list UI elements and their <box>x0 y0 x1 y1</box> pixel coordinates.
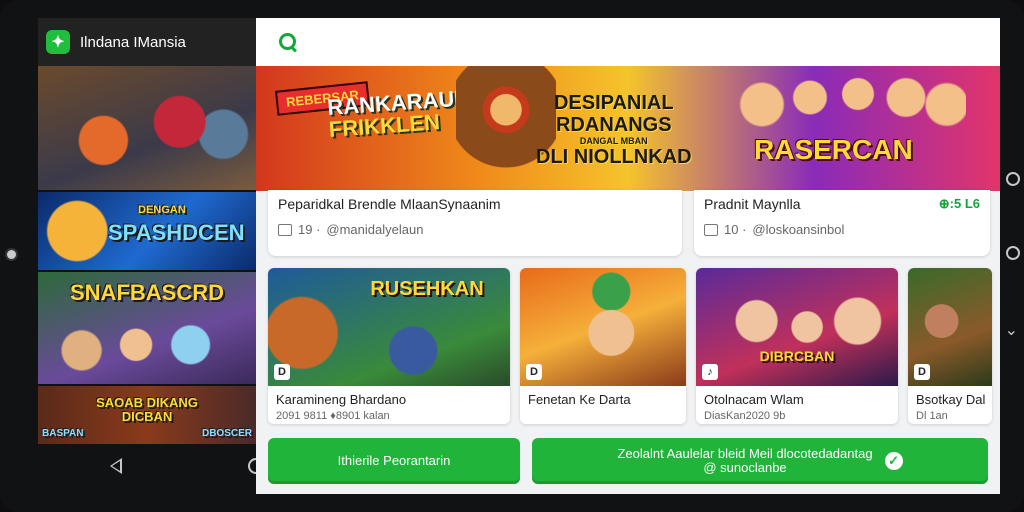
game-tile[interactable]: DIBRCBAN ♪ Otolnacam Wlam DiasKan2020 9b <box>696 268 898 424</box>
search-icon[interactable] <box>278 32 298 52</box>
banner-title-line: DESIPANIAL <box>553 92 674 114</box>
game-name: Fenetan Ke Darta <box>528 392 631 407</box>
comment-count: 19 · <box>298 222 321 237</box>
game-subtitle: Dl 1an <box>916 410 948 422</box>
side-circle-button[interactable] <box>1006 246 1020 260</box>
sidebar-thumb[interactable]: DENGAN SPASHDCEN <box>38 192 256 272</box>
banner-title-center: DESIPANIAL RDANANGS DANGAL MBAN DLI NIOL… <box>536 92 692 168</box>
comment-icon <box>278 223 292 236</box>
chevron-icon[interactable]: ⌄ <box>1005 320 1018 340</box>
post-meta: 19 · @manidalyelaun <box>278 222 423 237</box>
thumb-corner-label: DBOSCER <box>201 428 252 439</box>
banner-title-right: RASERCAN <box>754 134 913 165</box>
game-banner-text: DIBRCBAN <box>759 348 835 364</box>
banner-title-small: DANGAL MBAN <box>579 136 648 146</box>
game-name: Karamineng Bhardano <box>276 392 407 407</box>
thumb-label: SPASHDCEN <box>108 220 245 245</box>
thumb-label: SAOAB DIKANG DICBAN <box>96 395 198 424</box>
thumb-sub: DENGAN <box>138 204 186 216</box>
post-card[interactable]: Peparidkal Brendle MlaanSynaanim 19 · @m… <box>268 190 682 256</box>
post-title: Peparidkal Brendle MlaanSynaanim <box>278 196 501 212</box>
game-banner-text: RUSEHKAN <box>370 278 484 300</box>
sidebar: ✦ Ilndana IMansia DENGAN SPASHDCEN SNAFB… <box>38 18 256 444</box>
game-tile[interactable]: D Bsotkay Dal Dl 1an <box>908 268 992 424</box>
thumb-corner-label: BASPAN <box>42 428 84 439</box>
game-subtitle: 2091 9811 ♦8901 kalan <box>276 410 390 422</box>
side-circle-button[interactable] <box>1006 172 1020 186</box>
banner-title-line: RDANANGS <box>555 114 672 136</box>
hero-banner[interactable]: REBERSAR RANKARAUN FRIKKLEN DESIPANIAL R… <box>256 66 1000 191</box>
main-panel: REBERSAR RANKARAUN FRIKKLEN DESIPANIAL R… <box>256 18 1000 494</box>
sidebar-thumb[interactable]: SNAFBASCRD <box>38 272 256 386</box>
camera <box>7 250 16 259</box>
game-image: D <box>520 268 686 386</box>
post-title: Pradnit Maynlla <box>704 196 801 212</box>
back-icon[interactable] <box>110 458 122 474</box>
game-name: Bsotkay Dal <box>916 392 986 407</box>
primary-action-button[interactable]: Ithierile Peorantarin <box>268 438 520 484</box>
button-label-line: Zeolalnt Aaulelar bleid Meil dlocotedada… <box>617 446 873 461</box>
game-tile[interactable]: RUSEHKAN D Karamineng Bhardano 2091 9811… <box>268 268 510 424</box>
post-meta: 10 · @loskoansinbol <box>704 222 844 237</box>
sidebar-thumb[interactable]: SAOAB DIKANG DICBAN BASPAN DBOSCER <box>38 386 256 444</box>
post-handle[interactable]: @manidalyelaun <box>326 222 423 237</box>
game-subtitle: DiasKan2020 9b <box>704 410 786 422</box>
system-navbar <box>38 444 264 488</box>
banner-title-left: RANKARAUN FRIKKLEN <box>327 85 473 142</box>
game-image: DIBRCBAN ♪ <box>696 268 898 386</box>
button-label-line: @ sunoclanbe <box>703 460 787 475</box>
banner-characters <box>726 66 966 136</box>
secondary-button-label: Zeolalnt Aaulelar bleid Meil dlocotedada… <box>617 447 872 475</box>
top-bar <box>256 18 1000 67</box>
game-badge: ♪ <box>702 364 718 380</box>
comment-icon <box>704 223 718 236</box>
sidebar-header: ✦ Ilndana IMansia <box>38 18 256 66</box>
game-image: RUSEHKAN D <box>268 268 510 386</box>
comment-count: 10 · <box>724 222 747 237</box>
post-card[interactable]: Pradnit Maynlla ⊕:5 L6 10 · @loskoansinb… <box>694 190 990 256</box>
game-name: Otolnacam Wlam <box>704 392 804 407</box>
game-badge: D <box>526 364 542 380</box>
app-name: Ilndana IMansia <box>80 33 186 51</box>
game-tile[interactable]: D Fenetan Ke Darta <box>520 268 686 424</box>
banner-title-line: DLI NIOLLNKAD <box>536 146 692 168</box>
post-handle[interactable]: @loskoansinbol <box>752 222 844 237</box>
secondary-action-button[interactable]: Zeolalnt Aaulelar bleid Meil dlocotedada… <box>532 438 988 484</box>
thumb-label: SNAFBASCRD <box>70 280 224 305</box>
tablet-frame: ⌄ ✦ Ilndana IMansia DENGAN SPASHDCEN SNA… <box>0 0 1024 512</box>
sidebar-thumb[interactable] <box>38 66 256 192</box>
game-badge: D <box>274 364 290 380</box>
puzzle-icon[interactable]: ✦ <box>46 30 70 54</box>
post-badge: ⊕:5 L6 <box>938 196 980 211</box>
check-icon: ✓ <box>884 452 903 470</box>
game-image: D <box>908 268 992 386</box>
game-badge: D <box>914 364 930 380</box>
